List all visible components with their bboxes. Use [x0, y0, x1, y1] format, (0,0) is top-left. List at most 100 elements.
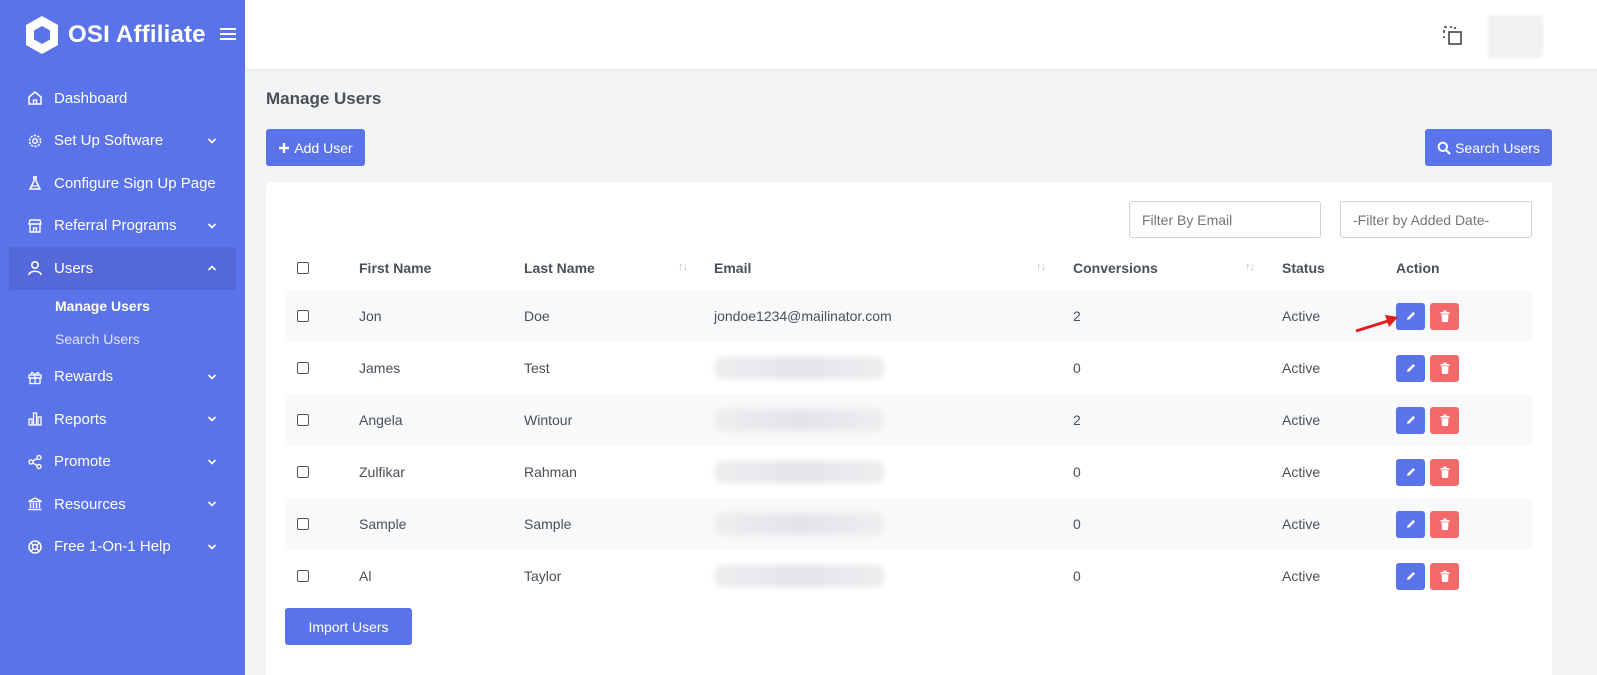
search-icon — [1437, 141, 1451, 155]
delete-button[interactable] — [1430, 302, 1459, 330]
chevron-down-icon — [207, 374, 217, 380]
pencil-icon — [1405, 570, 1417, 582]
cell-email-redacted — [714, 342, 884, 394]
row-checkbox[interactable] — [297, 570, 309, 582]
sort-icon[interactable]: ↑↓ — [678, 261, 688, 273]
chevron-down-icon — [207, 459, 217, 465]
users-submenu: Manage Users Search Users — [0, 290, 245, 356]
menu-toggle-icon[interactable] — [219, 24, 236, 47]
col-conversions[interactable]: Conversions — [1073, 247, 1158, 289]
cell-email-redacted — [714, 498, 884, 550]
trash-icon — [1439, 518, 1451, 531]
submenu-item-manage-users[interactable]: Manage Users — [0, 290, 245, 323]
sidebar-item-promote[interactable]: Promote — [0, 441, 245, 484]
fullscreen-icon[interactable] — [1442, 25, 1464, 47]
edit-button[interactable] — [1396, 302, 1425, 330]
delete-button[interactable] — [1430, 354, 1459, 382]
row-checkbox[interactable] — [297, 362, 309, 374]
select-all-checkbox[interactable] — [297, 262, 309, 274]
cell-last-name: Sample — [524, 516, 572, 532]
cell-first-name: Al — [359, 568, 372, 584]
delete-button[interactable] — [1430, 510, 1459, 538]
sidebar-item-reports[interactable]: Reports — [0, 398, 245, 441]
col-last-name[interactable]: Last Name — [524, 247, 595, 289]
cell-email-redacted — [714, 446, 884, 498]
sidebar-item-label: Users — [54, 259, 94, 277]
sort-icon[interactable]: ↑↓ — [1245, 261, 1255, 273]
logo-icon — [26, 16, 58, 54]
sidebar-item-label: Dashboard — [54, 89, 128, 107]
cell-conversions: 2 — [1073, 412, 1081, 428]
cell-conversions: 0 — [1073, 464, 1081, 480]
edit-button[interactable] — [1396, 562, 1425, 590]
delete-button[interactable] — [1430, 458, 1459, 486]
page-title: Manage Users — [266, 89, 382, 108]
sidebar-item-users[interactable]: Users — [9, 247, 236, 290]
avatar[interactable] — [1488, 15, 1543, 58]
gear-icon — [26, 132, 44, 150]
import-users-label: Import Users — [308, 618, 389, 635]
delete-button[interactable] — [1430, 406, 1459, 434]
edit-button[interactable] — [1396, 406, 1425, 434]
row-checkbox[interactable] — [297, 518, 309, 530]
sidebar-item-resources[interactable]: Resources — [0, 483, 245, 526]
user-icon — [26, 259, 44, 277]
trash-icon — [1439, 466, 1451, 479]
sidebar-item-free-1-on-1-help[interactable]: Free 1-On-1 Help — [0, 526, 245, 569]
cell-actions — [1396, 446, 1464, 498]
edit-button[interactable] — [1396, 458, 1425, 486]
cell-conversions: 2 — [1073, 308, 1081, 324]
filter-email-input[interactable] — [1129, 201, 1321, 238]
cell-first-name: Angela — [359, 412, 403, 428]
submenu-item-search-users[interactable]: Search Users — [0, 323, 245, 356]
col-status: Status — [1282, 260, 1325, 276]
pencil-icon — [1405, 362, 1417, 374]
trash-icon — [1439, 310, 1451, 323]
table-row: Angela Wintour 2 Active — [285, 394, 1532, 446]
cell-email: jondoe1234@mailinator.com — [714, 308, 892, 324]
cell-first-name: Jon — [359, 308, 382, 324]
edit-button[interactable] — [1396, 354, 1425, 382]
table-header: First Name Last Name ↑↓ Email ↑↓ Convers… — [285, 247, 1532, 289]
sidebar-item-dashboard[interactable]: Dashboard — [0, 77, 245, 120]
cell-conversions: 0 — [1073, 568, 1081, 584]
cell-status: Active — [1282, 516, 1321, 532]
cell-status: Active — [1282, 464, 1321, 480]
pencil-icon — [1405, 310, 1417, 322]
sidebar-item-set-up-software[interactable]: Set Up Software — [0, 120, 245, 163]
cell-last-name: Test — [524, 360, 550, 376]
sidebar-item-configure-sign-up-page[interactable]: Configure Sign Up Page — [0, 162, 245, 205]
chevron-down-icon — [207, 416, 217, 422]
delete-button[interactable] — [1430, 562, 1459, 590]
row-checkbox[interactable] — [297, 310, 309, 322]
pencil-icon — [1405, 466, 1417, 478]
search-users-label: Search Users — [1455, 139, 1540, 156]
cell-last-name: Wintour — [524, 412, 573, 428]
pencil-icon — [1405, 518, 1417, 530]
cell-actions — [1396, 394, 1464, 446]
filter-date-input[interactable] — [1340, 201, 1532, 238]
sidebar-nav: Dashboard Set Up Software Configure Sign U… — [0, 77, 245, 568]
sidebar-item-referral-programs[interactable]: Referral Programs — [0, 205, 245, 248]
row-checkbox[interactable] — [297, 466, 309, 478]
plus-icon — [279, 142, 290, 153]
cell-last-name: Rahman — [524, 464, 577, 480]
chevron-down-icon — [207, 544, 217, 550]
cell-email-redacted — [714, 550, 884, 602]
search-users-button[interactable]: Search Users — [1425, 129, 1552, 166]
cell-status: Active — [1282, 360, 1321, 376]
add-user-button[interactable]: Add User — [266, 129, 365, 166]
sidebar-item-label: Set Up Software — [54, 132, 164, 150]
home-icon — [26, 89, 44, 107]
edit-button[interactable] — [1396, 510, 1425, 538]
sidebar-item-rewards[interactable]: Rewards — [0, 356, 245, 399]
row-checkbox[interactable] — [297, 414, 309, 426]
cell-first-name: Zulfikar — [359, 464, 405, 480]
trash-icon — [1439, 570, 1451, 583]
col-first-name[interactable]: First Name — [359, 247, 431, 289]
sort-icon[interactable]: ↑↓ — [1036, 261, 1046, 273]
cell-status: Active — [1282, 412, 1321, 428]
col-email[interactable]: Email — [714, 247, 751, 289]
import-users-button[interactable]: Import Users — [285, 608, 412, 645]
cell-actions — [1396, 498, 1464, 550]
